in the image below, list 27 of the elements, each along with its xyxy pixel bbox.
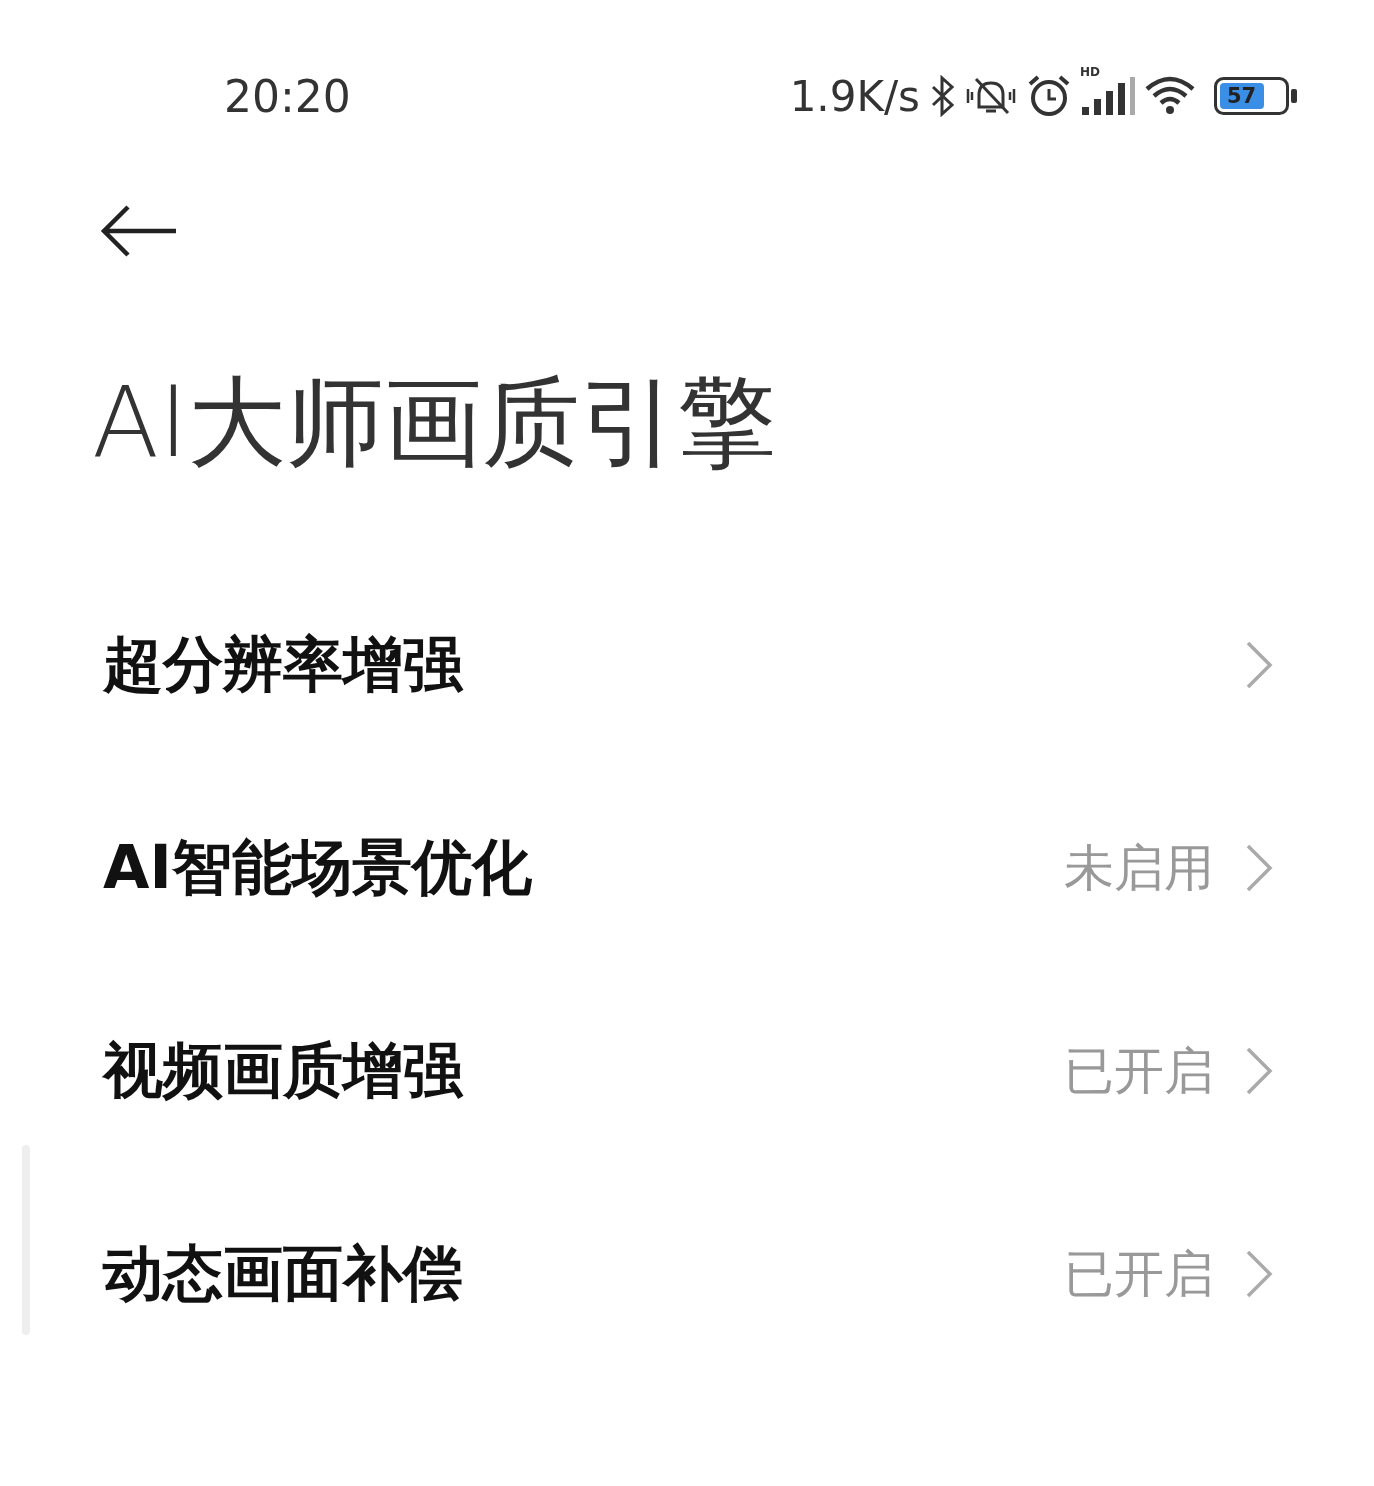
settings-item[interactable]: 视频画质增强 已开启 xyxy=(0,969,1374,1173)
chevron-icon xyxy=(1244,843,1274,894)
status-time: 20:20 xyxy=(224,70,351,122)
item-status: 已开启 xyxy=(1064,1243,1214,1305)
muted-bell-icon xyxy=(964,75,1018,117)
battery-icon xyxy=(1214,77,1298,115)
settings-item[interactable]: AI智能场景优化 未启用 xyxy=(0,766,1374,970)
wifi-icon xyxy=(1144,75,1196,117)
chevron-icon xyxy=(1244,640,1274,691)
settings-item[interactable]: 超分辨率增强 xyxy=(0,563,1374,767)
battery-percent: 57 xyxy=(1227,83,1257,109)
back-arrow-icon[interactable] xyxy=(100,204,178,258)
item-label: AI智能场景优化 xyxy=(103,830,532,904)
network-speed: 1.9K/s xyxy=(789,71,920,121)
bluetooth-icon xyxy=(930,75,956,117)
alarm-icon xyxy=(1026,74,1072,118)
chevron-icon xyxy=(1244,1249,1274,1300)
item-status: 已开启 xyxy=(1064,1040,1214,1102)
settings-item[interactable]: 动态画面补偿 已开启 xyxy=(0,1172,1374,1376)
chevron-icon xyxy=(1244,1046,1274,1097)
item-label: 超分辨率增强 xyxy=(103,627,463,701)
page-title: AI大师画质引擎 xyxy=(92,364,777,481)
item-status: 未启用 xyxy=(1064,837,1214,899)
signal-icon xyxy=(1080,75,1136,117)
hd-label: HD xyxy=(1080,65,1100,79)
item-label: 动态画面补偿 xyxy=(103,1236,463,1310)
item-label: 视频画质增强 xyxy=(103,1033,463,1107)
